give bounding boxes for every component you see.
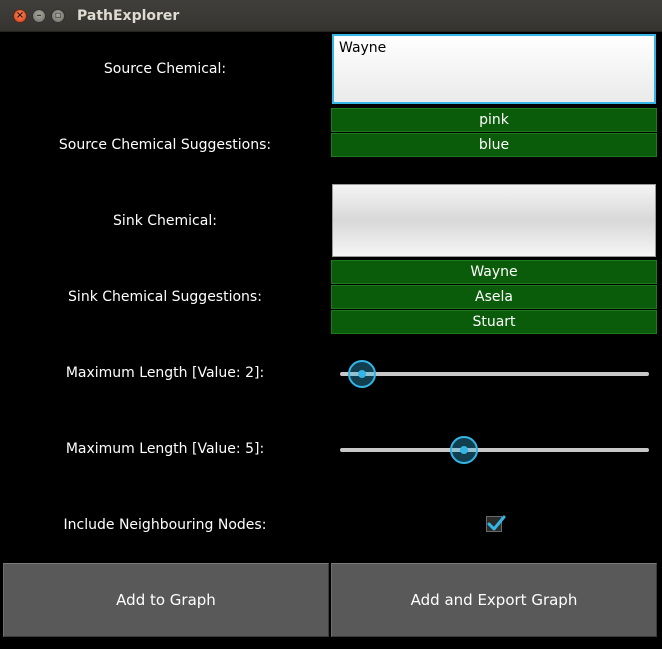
checkmark-icon [487,515,506,531]
window-bottom-edge [0,637,662,649]
sink-suggestion-item[interactable]: Wayne [331,260,657,284]
title-bar: × – ▫ PathExplorer [0,0,662,32]
maximize-icon: ▫ [54,10,62,21]
sink-suggestion-item[interactable]: Stuart [331,310,657,334]
minimize-icon: – [36,10,42,21]
max-length-slider-1[interactable] [340,359,649,389]
max-length-label-2: Maximum Length [Value: 5]: [65,441,265,457]
sink-chemical-input[interactable] [332,184,656,257]
max-length-slider-2[interactable] [340,435,649,465]
source-chemical-input[interactable]: Wayne [332,34,656,104]
sink-suggestions-label: Sink Chemical Suggestions: [68,289,262,305]
sink-chemical-label: Sink Chemical: [113,213,217,229]
max-length-label-1: Maximum Length [Value: 2]: [65,365,265,381]
source-suggestions-label: Source Chemical Suggestions: [58,137,272,153]
source-suggestion-item[interactable]: pink [331,108,657,132]
source-suggestion-item[interactable]: blue [331,133,657,157]
sink-suggestion-item[interactable]: Asela [331,285,657,309]
close-button[interactable]: × [13,9,27,23]
close-icon: × [15,10,25,21]
app-window: × – ▫ PathExplorer Source Chemical: Wayn… [0,0,662,649]
add-to-graph-button[interactable]: Add to Graph [3,563,329,637]
maximize-button[interactable]: ▫ [51,9,65,23]
slider-track [340,372,649,376]
window-title: PathExplorer [77,8,180,24]
include-neighbours-checkbox[interactable] [486,515,506,532]
slider-thumb[interactable] [450,436,478,464]
include-neighbours-label: Include Neighbouring Nodes: [63,517,267,533]
minimize-button[interactable]: – [32,9,46,23]
slider-track [340,448,649,452]
add-and-export-graph-button[interactable]: Add and Export Graph [331,563,657,637]
slider-thumb[interactable] [348,360,376,388]
source-chemical-label: Source Chemical: [103,61,227,77]
